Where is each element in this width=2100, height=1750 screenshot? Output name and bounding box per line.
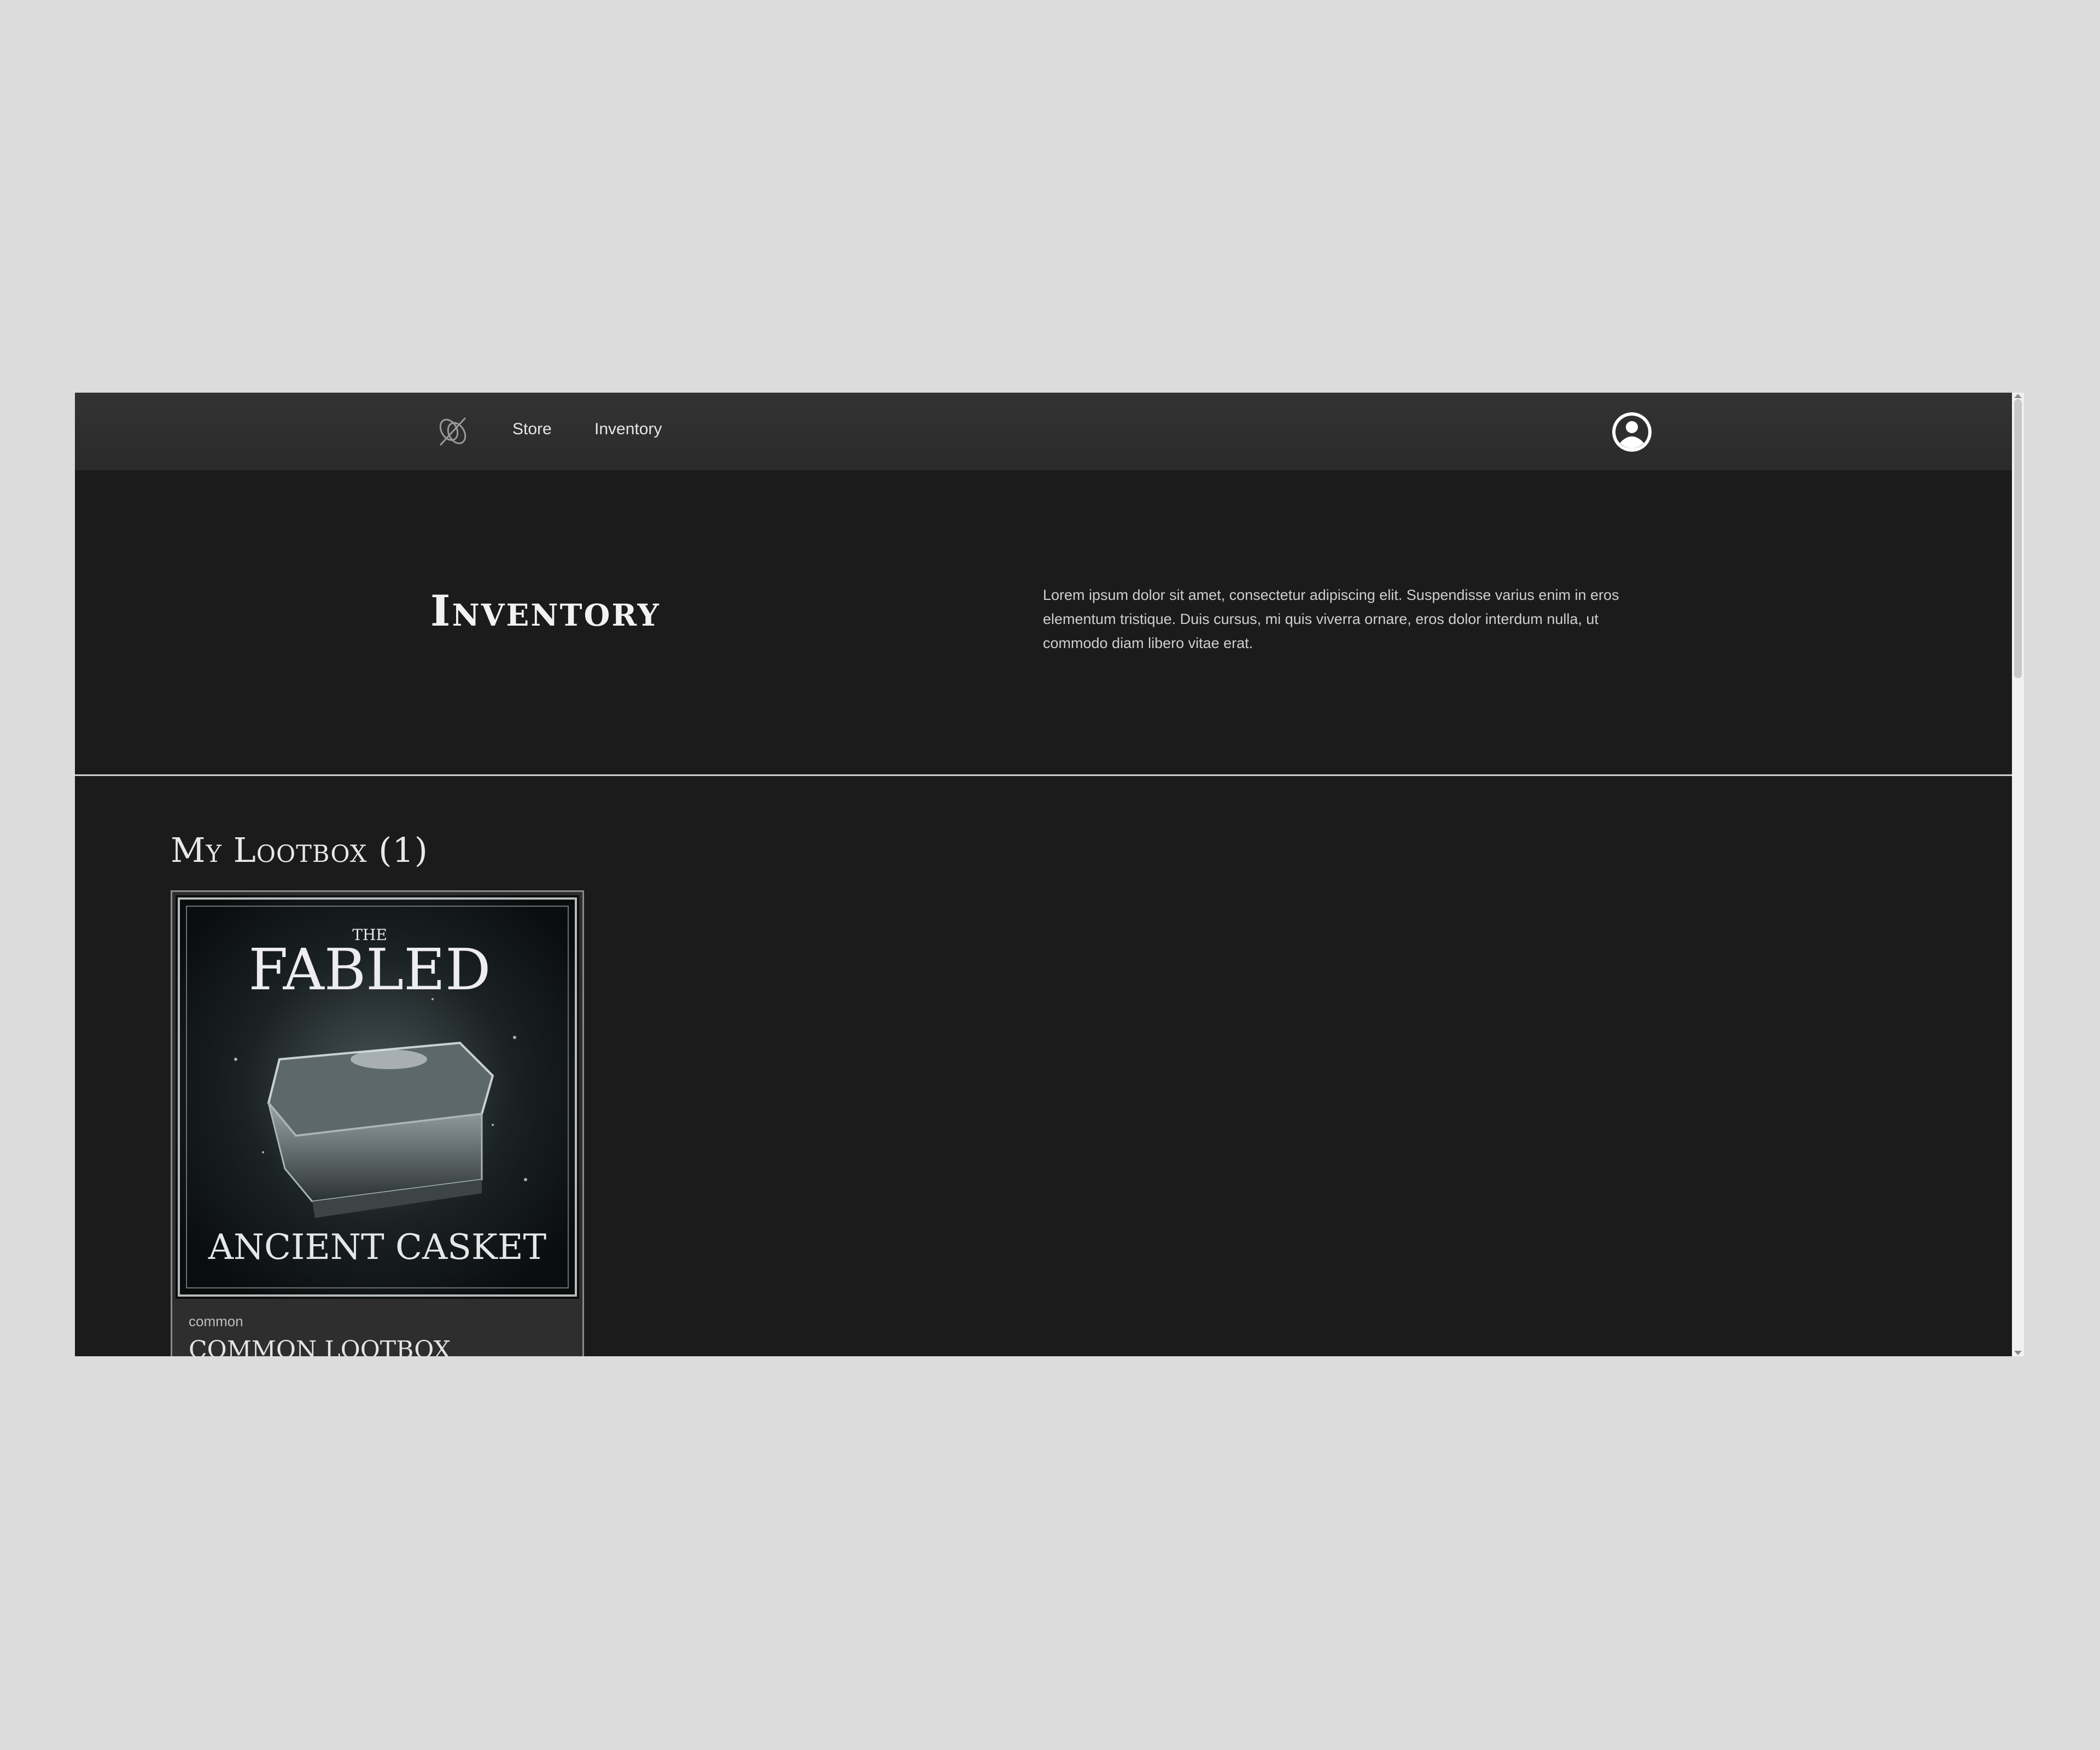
user-circle-icon[interactable]	[1610, 410, 1654, 454]
art-subtitle: ANCIENT CASKET	[208, 1227, 547, 1268]
hero-description: Lorem ipsum dolor sit amet, consectetur …	[1043, 587, 1619, 651]
hero-section: Inventory Lorem ipsum dolor sit amet, co…	[75, 470, 2012, 774]
lootbox-name: COMMON LOOTBOX	[189, 1336, 451, 1356]
lootbox-card[interactable]: THE FABLED ANCIENT CASKET common COMMON …	[171, 890, 584, 1356]
lootbox-section-title: My Lootbox (1)	[171, 830, 428, 870]
browser-viewport: Store Inventory Inventory Lorem ipsum do…	[75, 393, 2012, 1356]
scrollbar-thumb[interactable]	[2014, 399, 2022, 678]
art-title: FABLED	[248, 936, 491, 1003]
section-divider	[75, 774, 2012, 776]
brand-logo-icon[interactable]	[434, 412, 472, 451]
vertical-scrollbar[interactable]	[2012, 393, 2024, 1356]
top-navbar: Store Inventory	[75, 393, 2012, 470]
page-title: Inventory	[430, 586, 661, 636]
nav-link-inventory[interactable]: Inventory	[594, 420, 662, 439]
scroll-up-arrow-icon[interactable]	[2014, 394, 2022, 398]
nav-link-store[interactable]: Store	[512, 420, 552, 439]
lootbox-artwork: THE FABLED ANCIENT CASKET	[176, 895, 579, 1299]
lootbox-rarity: common	[189, 1313, 243, 1329]
scroll-down-arrow-icon[interactable]	[2014, 1351, 2022, 1355]
